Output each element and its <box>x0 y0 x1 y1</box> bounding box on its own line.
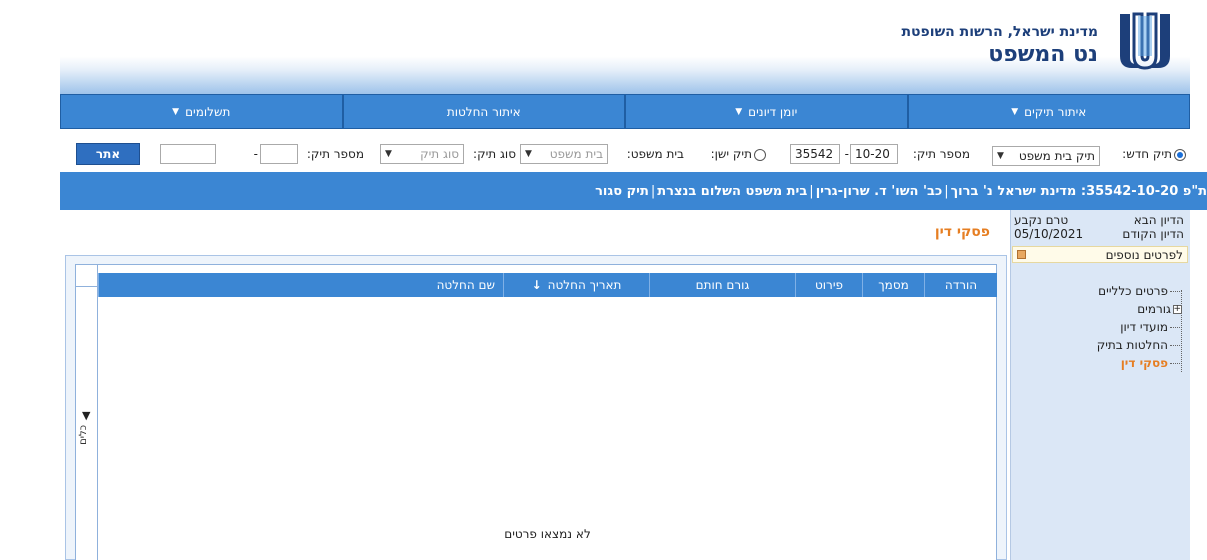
grid-toolbar: ▼ כלים <box>76 265 98 560</box>
banner-separator: | <box>944 183 949 199</box>
old-case-number-part1-input[interactable] <box>160 144 216 164</box>
empty-grid-message: לא נמצאו פרטים <box>504 527 591 541</box>
tree-item-label: גורמים <box>1137 302 1171 316</box>
prev-hearing-value: 05/10/2021 <box>1014 227 1084 241</box>
case-sidebar: הדיון הבא טרם נקבע הדיון הקודם 05/10/202… <box>1010 210 1190 560</box>
more-details-label: לפרטים נוספים <box>1105 247 1183 262</box>
nav-label: תשלומים <box>185 104 231 119</box>
case-search-bar: תיק חדש: תיק בית משפט ▼ מספר תיק: 10-20 … <box>60 140 1190 170</box>
tree-item-label: החלטות בתיק <box>1096 338 1168 352</box>
case-court: בית משפט השלום בנצרת <box>657 183 808 199</box>
judiciary-logo-icon[interactable] <box>1114 10 1176 72</box>
column-header-document[interactable]: מסמך <box>862 273 924 297</box>
tree-item-general[interactable]: פרטים כלליים <box>1012 282 1182 300</box>
verdicts-grid-frame: ▼ כלים שם החלטה תאריך החלטה ↓ גורם חותם … <box>65 255 1007 560</box>
chevron-down-icon: ▼ <box>997 151 1004 161</box>
column-header-details[interactable]: פירוט <box>795 273 862 297</box>
case-judge: כב' השו' ד. שרון-גרין <box>815 183 943 199</box>
case-number-dash: - <box>844 147 849 161</box>
chevron-down-icon: ▼ <box>735 106 743 117</box>
old-case-number-dash: - <box>253 147 258 161</box>
column-header-decision-date[interactable]: תאריך החלטה ↓ <box>503 273 649 297</box>
new-case-label: תיק חדש: <box>1122 147 1172 161</box>
nav-label: איתור החלטות <box>446 104 521 119</box>
tree-branch <box>1170 344 1182 346</box>
nav-hearings-calendar[interactable]: יומן דיונים ▼ <box>625 94 908 129</box>
column-header-decision-name[interactable]: שם החלטה <box>98 273 503 297</box>
column-header-download[interactable]: הורדה <box>924 273 997 297</box>
old-case-number-label: מספר תיק: <box>306 147 364 161</box>
hearing-summary: הדיון הבא טרם נקבע הדיון הקודם 05/10/202… <box>1014 213 1184 241</box>
nav-payments[interactable]: תשלומים ▼ <box>60 94 343 129</box>
next-hearing-value: טרם נקבע <box>1014 213 1069 227</box>
tree-branch <box>1170 362 1182 364</box>
old-case-radio[interactable] <box>754 149 766 161</box>
next-hearing-label: הדיון הבא <box>1133 213 1184 227</box>
case-title: ת"פ 35542-10-20: מדינת ישראל נ' ברוך <box>950 183 1207 199</box>
sort-down-arrow-icon: ↓ <box>531 278 542 292</box>
case-number-part2-input[interactable]: 10-20 <box>850 144 898 164</box>
banner-separator: | <box>809 183 814 199</box>
verdicts-grid: ▼ כלים שם החלטה תאריך החלטה ↓ גורם חותם … <box>75 264 997 560</box>
grid-tools-label[interactable]: כלים <box>78 425 89 445</box>
new-case-radio[interactable] <box>1174 149 1186 161</box>
tree-item-decisions[interactable]: החלטות בתיק <box>1012 336 1182 354</box>
court-label: בית משפט: <box>626 147 684 161</box>
court-select[interactable]: בית משפט ▼ <box>520 144 608 164</box>
column-label: תאריך החלטה <box>547 278 622 292</box>
case-number-part1-input[interactable]: 35542 <box>790 144 840 164</box>
main-nav: איתור תיקים ▼ יומן דיונים ▼ איתור החלטות… <box>60 94 1190 129</box>
brand-subtitle: מדינת ישראל, הרשות השופטת <box>901 24 1098 40</box>
old-case-label: תיק ישן: <box>710 147 752 161</box>
case-court-type-select[interactable]: תיק בית משפט ▼ <box>992 146 1100 166</box>
tree-item-label: פרטים כלליים <box>1098 284 1168 298</box>
grid-header: שם החלטה תאריך החלטה ↓ גורם חותם פירוט מ… <box>98 273 997 297</box>
nav-decision-search[interactable]: איתור החלטות <box>342 94 625 129</box>
more-details-link[interactable]: לפרטים נוספים <box>1012 246 1188 263</box>
case-number-label: מספר תיק: <box>912 147 970 161</box>
banner-separator: | <box>650 183 656 199</box>
old-case-number-part2-input[interactable] <box>260 144 298 164</box>
prev-hearing-label: הדיון הקודם <box>1122 227 1184 241</box>
tree-item-label: פסקי דין <box>1120 356 1168 370</box>
nav-case-search[interactable]: איתור תיקים ▼ <box>907 94 1190 129</box>
case-type-select[interactable]: סוג תיק ▼ <box>380 144 464 164</box>
case-type-label: סוג תיק: <box>473 147 516 161</box>
chevron-down-icon: ▼ <box>172 106 180 117</box>
filter-icon[interactable]: ▼ <box>82 409 90 422</box>
page-title: פסקי דין <box>934 224 990 240</box>
chevron-down-icon: ▼ <box>1011 106 1019 117</box>
brand-title: נט המשפט <box>988 42 1098 67</box>
search-button[interactable]: אתר <box>76 143 140 165</box>
tree-item-hearing-dates[interactable]: מועדי דיון <box>1012 318 1182 336</box>
nav-label: איתור תיקים <box>1024 104 1087 119</box>
nav-label: יומן דיונים <box>748 104 798 119</box>
grid-corner <box>76 265 97 287</box>
case-status: תיק סגור <box>595 183 649 199</box>
chevron-down-icon: ▼ <box>385 149 392 159</box>
expand-square-icon <box>1017 250 1026 259</box>
tree-branch <box>1170 326 1182 328</box>
expand-plus-icon[interactable]: + <box>1173 304 1182 314</box>
site-header: מדינת ישראל, הרשות השופטת נט המשפט <box>60 0 1190 94</box>
tree-item-parties[interactable]: + גורמים <box>1012 300 1182 318</box>
tree-item-label: מועדי דיון <box>1120 320 1168 334</box>
case-title-banner: ת"פ 35542-10-20: מדינת ישראל נ' ברוך | כ… <box>60 172 1207 210</box>
tree-branch <box>1170 290 1182 292</box>
chevron-down-icon: ▼ <box>525 149 532 159</box>
column-header-signer[interactable]: גורם חותם <box>649 273 795 297</box>
tree-item-verdicts[interactable]: פסקי דין <box>1012 354 1182 372</box>
case-nav-tree: פרטים כלליים + גורמים מועדי דיון החלטות … <box>1012 282 1182 372</box>
